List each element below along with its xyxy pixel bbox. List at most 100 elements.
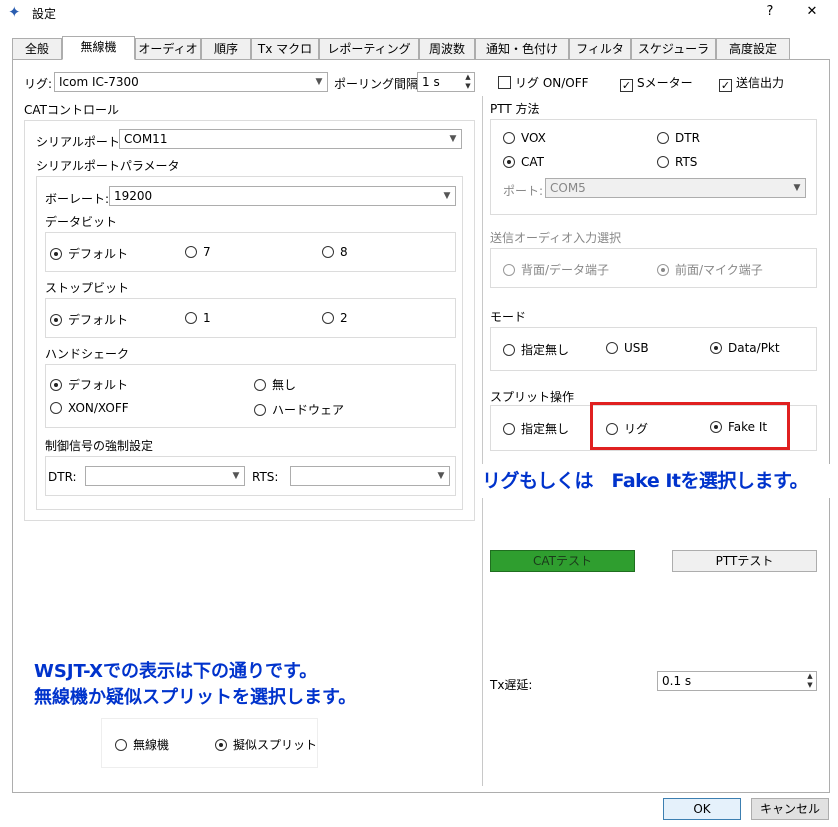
check-mark-icon: ✓: [620, 79, 633, 92]
data-bits-7-radio[interactable]: 7: [185, 245, 211, 259]
audio-rear-radio[interactable]: 背面/データ端子: [503, 261, 609, 278]
smeter-label: Sメーター: [637, 76, 693, 90]
data-bits-default-radio[interactable]: デフォルト: [50, 245, 128, 262]
chevron-down-icon: ▼: [449, 134, 457, 144]
tab-notify-colors[interactable]: 通知・色付け: [475, 38, 569, 60]
rts-select[interactable]: ▼: [290, 466, 450, 486]
checkbox-box: [498, 76, 511, 89]
ptt-port-label: ポート:: [503, 184, 544, 198]
tx-delay-spinbox[interactable]: 0.1 s ▲ ▼: [657, 671, 817, 691]
tab-reporting[interactable]: レポーティング: [319, 38, 419, 60]
annotation-left-bg: WSJT-Xでの表示は下の通りです。 無線機か疑似スプリットを選択します。: [24, 655, 424, 713]
mode-data-radio[interactable]: Data/Pkt: [710, 341, 780, 355]
highlight-box: [590, 402, 790, 450]
poll-interval-value: 1 s: [422, 75, 440, 89]
poll-interval-spinbox[interactable]: 1 s ▲ ▼: [417, 72, 475, 92]
audio-input-title: 送信オーディオ入力選択: [490, 231, 622, 245]
force-signals-title: 制御信号の強制設定: [45, 439, 154, 453]
chevron-down-icon: ▼: [232, 471, 240, 481]
handshake-hardware-radio[interactable]: ハードウェア: [254, 401, 344, 418]
audio-front-radio[interactable]: 前面/マイク端子: [657, 261, 763, 278]
serial-port-select[interactable]: COM11 ▼: [119, 129, 462, 149]
ptt-method-title: PTT 方法: [490, 102, 540, 116]
stop-bits-title: ストップビット: [45, 281, 130, 295]
vertical-divider: [482, 96, 483, 786]
stop-bits-2-radio[interactable]: 2: [322, 311, 348, 325]
serial-params-title: シリアルポートパラメータ: [36, 159, 180, 173]
baud-select[interactable]: 19200 ▼: [109, 186, 456, 206]
close-button[interactable]: ✕: [800, 2, 824, 22]
data-bits-8-radio[interactable]: 8: [322, 245, 348, 259]
spin-arrows-icon[interactable]: ▲ ▼: [462, 73, 474, 91]
ptt-dtr-radio[interactable]: DTR: [657, 131, 700, 145]
ptt-test-button[interactable]: PTTテスト: [672, 550, 817, 572]
ptt-cat-radio[interactable]: CAT: [503, 155, 544, 169]
ptt-rts-radio[interactable]: RTS: [657, 155, 697, 169]
chevron-down-icon: ▼: [443, 191, 451, 201]
tab-advanced[interactable]: 高度設定: [716, 38, 790, 60]
tab-tx-macros[interactable]: Tx マクロ: [251, 38, 319, 60]
tx-delay-label: Tx遅延:: [490, 678, 533, 692]
poll-interval-label: ポーリング間隔:: [334, 77, 423, 91]
tab-filter[interactable]: フィルタ: [569, 38, 631, 60]
cancel-button[interactable]: キャンセル: [751, 798, 829, 820]
ok-button[interactable]: OK: [663, 798, 741, 820]
tx-power-checkbox[interactable]: ✓ 送信出力: [719, 74, 784, 92]
mode-usb-radio[interactable]: USB: [606, 341, 649, 355]
rig-select[interactable]: Icom IC-7300 ▼: [54, 72, 328, 92]
rig-label: リグ:: [24, 77, 53, 91]
rig-onoff-label: リグ ON/OFF: [515, 76, 589, 90]
dtr-select[interactable]: ▼: [85, 466, 245, 486]
dtr-label: DTR:: [48, 470, 77, 484]
cat-test-button[interactable]: CATテスト: [490, 550, 635, 572]
smeter-checkbox[interactable]: ✓ Sメーター: [620, 74, 693, 92]
tab-scheduler[interactable]: スケジューラ: [631, 38, 716, 60]
check-mark-icon: ✓: [719, 79, 732, 92]
cat-control-title: CATコントロール: [24, 103, 119, 117]
rts-label: RTS:: [252, 470, 279, 484]
handshake-group: [45, 364, 456, 428]
handshake-none-radio[interactable]: 無し: [254, 376, 296, 393]
stop-bits-1-radio[interactable]: 1: [185, 311, 211, 325]
tx-delay-value: 0.1 s: [662, 674, 692, 688]
annotation-left-line2: 無線機か疑似スプリットを選択します。: [34, 687, 357, 708]
rig-select-value: Icom IC-7300: [59, 75, 139, 89]
mode-title: モード: [490, 310, 527, 324]
spin-arrows-icon[interactable]: ▲ ▼: [804, 672, 816, 690]
handshake-default-radio[interactable]: デフォルト: [50, 376, 128, 393]
serial-port-label: シリアルポート:: [36, 135, 124, 149]
ptt-port-select[interactable]: COM5 ▼: [545, 178, 806, 198]
mode-none-radio[interactable]: 指定無し: [503, 341, 569, 358]
split-none-radio[interactable]: 指定無し: [503, 420, 569, 437]
tab-sequence[interactable]: 順序: [201, 38, 251, 60]
radio-star-icon: ✦: [8, 3, 21, 21]
serial-port-value: COM11: [124, 132, 168, 146]
rig-onoff-checkbox[interactable]: リグ ON/OFF: [498, 74, 589, 91]
inset-panel: 無線機 擬似スプリット: [101, 718, 318, 768]
annotation-right: リグもしくは Fake Itを選択します。: [480, 464, 836, 498]
tab-audio[interactable]: オーディオ: [135, 38, 201, 60]
tab-general[interactable]: 全般: [12, 38, 62, 60]
data-bits-title: データビット: [45, 215, 118, 229]
inset-radio-option[interactable]: 無線機: [115, 736, 169, 753]
annotation-left-line1: WSJT-Xでの表示は下の通りです。: [34, 661, 318, 682]
tab-bar: 全般 無線機 オーディオ 順序 Tx マクロ レポーティング 周波数 通知・色付…: [12, 36, 790, 60]
baud-value: 19200: [114, 189, 153, 203]
help-button[interactable]: ?: [758, 2, 782, 22]
handshake-xonxoff-radio[interactable]: XON/XOFF: [50, 401, 129, 415]
ptt-port-value: COM5: [550, 181, 586, 195]
title-bar: ✦ 設定 ? ✕: [0, 0, 838, 26]
ptt-vox-radio[interactable]: VOX: [503, 131, 546, 145]
tx-power-label: 送信出力: [736, 76, 785, 90]
window-title: 設定: [32, 7, 57, 21]
stop-bits-default-radio[interactable]: デフォルト: [50, 311, 128, 328]
chevron-down-icon: ▼: [793, 183, 801, 193]
split-title: スプリット操作: [490, 390, 575, 404]
tab-frequencies[interactable]: 周波数: [419, 38, 475, 60]
chevron-down-icon: ▼: [315, 77, 323, 87]
handshake-title: ハンドシェーク: [45, 347, 130, 361]
inset-fake-split-option[interactable]: 擬似スプリット: [215, 736, 317, 753]
chevron-down-icon: ▼: [437, 471, 445, 481]
tab-radio[interactable]: 無線機: [62, 36, 135, 60]
baud-label: ボーレート:: [45, 192, 110, 206]
